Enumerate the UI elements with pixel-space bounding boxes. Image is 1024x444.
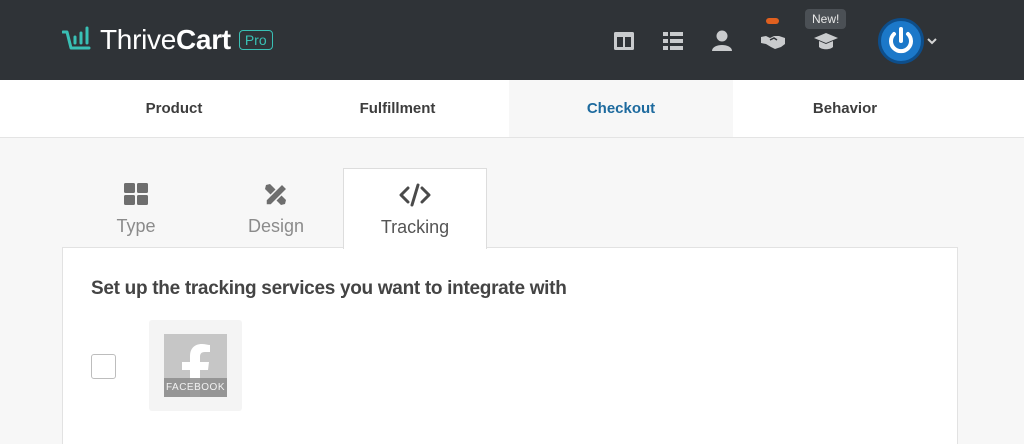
subtab-type[interactable]: Type — [64, 168, 208, 248]
tracking-panel: Set up the tracking services you want to… — [62, 247, 958, 444]
code-icon — [399, 183, 431, 207]
graduation-cap-icon[interactable] — [813, 28, 839, 54]
service-name: FACEBOOK — [164, 378, 227, 397]
subtab-design-label: Design — [247, 216, 305, 236]
subtab-tracking-label: Tracking — [380, 217, 450, 237]
top-bar: ThriveCart Pro New! — [0, 0, 1024, 80]
chevron-down-icon[interactable] — [927, 37, 937, 45]
main-nav: Product Fulfillment Checkout Behavior — [0, 80, 1024, 138]
grid-icon — [124, 183, 148, 205]
handshake-icon[interactable] — [760, 28, 786, 54]
notification-badge — [766, 18, 779, 24]
subtab-design[interactable]: Design — [204, 168, 348, 248]
tab-behavior[interactable]: Behavior — [733, 80, 957, 137]
subtab-type-label: Type — [116, 216, 156, 236]
tools-icon — [265, 182, 289, 206]
cart-logo-icon — [62, 26, 91, 50]
new-tooltip: New! — [805, 9, 847, 29]
tab-product[interactable]: Product — [0, 80, 286, 137]
power-icon — [889, 27, 913, 54]
pro-badge: Pro — [238, 30, 273, 50]
brand-name: ThriveCart — [100, 24, 231, 55]
facebook-icon: FACEBOOK — [164, 334, 227, 397]
subtab-tracking[interactable]: Tracking — [343, 168, 487, 249]
list-icon[interactable] — [660, 28, 686, 54]
avatar[interactable] — [878, 18, 924, 64]
facebook-checkbox[interactable] — [91, 354, 116, 379]
tab-checkout[interactable]: Checkout — [509, 80, 733, 137]
layout-icon[interactable] — [611, 28, 637, 54]
panel-title: Set up the tracking services you want to… — [91, 278, 567, 299]
thrivecart-logo[interactable]: ThriveCart Pro — [62, 26, 273, 54]
facebook-service-card[interactable]: FACEBOOK — [149, 320, 242, 411]
user-icon[interactable] — [709, 28, 735, 54]
tab-fulfillment[interactable]: Fulfillment — [286, 80, 509, 137]
